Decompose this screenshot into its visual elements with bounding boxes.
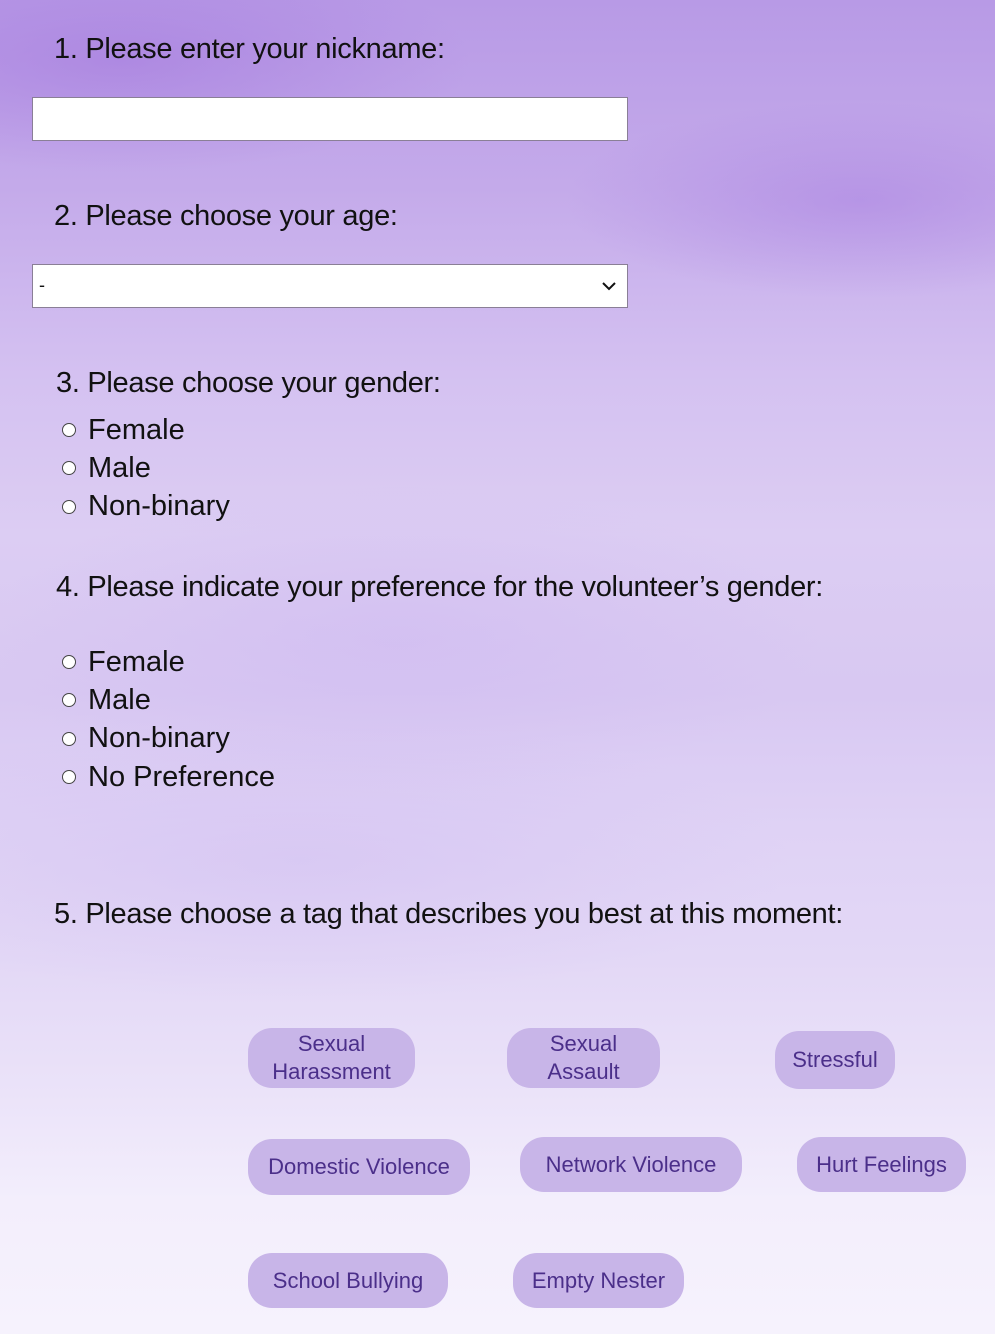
radio-label: No Preference [88,760,275,793]
tag-domestic-violence[interactable]: Domestic Violence [248,1139,470,1195]
gender-option-non-binary[interactable]: Non-binary [60,488,230,526]
volunteer-gender-option-non-binary[interactable]: Non-binary [60,720,275,758]
question-4-title: 4. Please indicate your preference for t… [56,571,824,603]
gender-option-female[interactable]: Female [60,411,230,449]
age-select[interactable]: - [32,264,628,308]
question-2-title: 2. Please choose your age: [54,200,398,232]
radio-label: Male [88,451,151,484]
radio-label: Male [88,683,151,716]
volunteer-gender-option-no-preference[interactable]: No Preference [60,758,275,796]
chevron-down-icon [602,282,616,291]
age-select-value: - [39,275,45,295]
radio-label: Female [88,645,185,678]
radio-button[interactable] [62,655,76,670]
tag-sexual-harassment[interactable]: Sexual Harassment [248,1028,415,1088]
radio-label: Non-binary [88,722,230,755]
radio-button[interactable] [62,461,76,476]
radio-button[interactable] [62,423,76,438]
volunteer-gender-option-male[interactable]: Male [60,681,275,719]
nickname-input[interactable] [32,97,628,141]
tag-school-bullying[interactable]: School Bullying [248,1253,448,1308]
gender-radio-group: Female Male Non-binary [60,411,230,526]
radio-label: Female [88,413,185,446]
tag-empty-nester[interactable]: Empty Nester [513,1253,684,1308]
question-3-title: 3. Please choose your gender: [56,367,441,399]
radio-button[interactable] [62,499,76,514]
radio-button[interactable] [62,731,76,746]
tag-stressful[interactable]: Stressful [775,1031,895,1089]
gender-option-male[interactable]: Male [60,449,230,487]
radio-label: Non-binary [88,490,230,523]
volunteer-gender-radio-group: Female Male Non-binary No Preference [60,643,275,796]
radio-button[interactable] [62,693,76,708]
tag-hurt-feelings[interactable]: Hurt Feelings [797,1137,966,1192]
question-1-title: 1. Please enter your nickname: [54,33,445,65]
tag-sexual-assault[interactable]: Sexual Assault [507,1028,660,1088]
question-5-title: 5. Please choose a tag that describes yo… [54,898,844,930]
tag-network-violence[interactable]: Network Violence [520,1137,742,1192]
volunteer-gender-option-female[interactable]: Female [60,643,275,681]
radio-button[interactable] [62,770,76,785]
